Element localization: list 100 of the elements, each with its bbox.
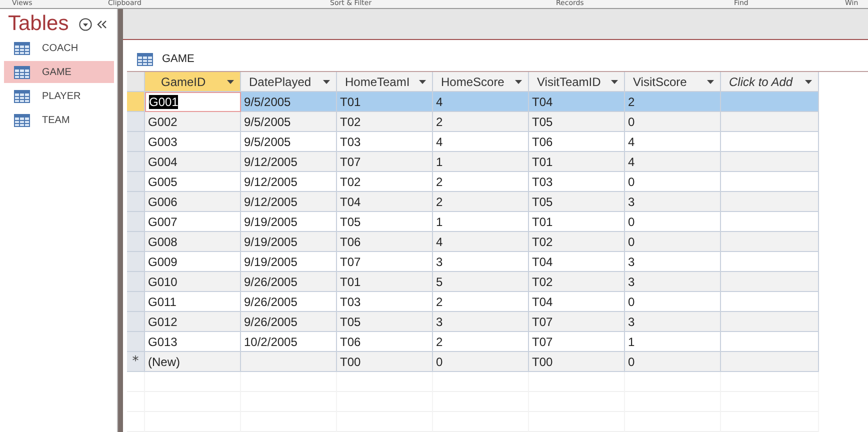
table-cell: 4 xyxy=(433,232,529,252)
nav-item[interactable]: TEAM xyxy=(4,109,114,131)
table-icon xyxy=(14,42,30,54)
nav-item[interactable]: GAME xyxy=(4,61,114,83)
row-selector[interactable] xyxy=(127,252,145,272)
table-cell: 4 xyxy=(625,132,721,152)
table-cell: G008 xyxy=(145,232,241,252)
column-header[interactable]: VisitTeamID xyxy=(529,72,625,92)
table-cell: 1 xyxy=(625,332,721,352)
dropdown-icon[interactable] xyxy=(78,18,92,30)
row-selector[interactable] xyxy=(127,112,145,132)
table-cell: 5 xyxy=(433,272,529,292)
table-cell: 10/2/2005 xyxy=(241,332,337,352)
document-tab[interactable]: GAME xyxy=(127,47,194,71)
table-cell: 9/5/2005 xyxy=(241,132,337,152)
table-cell: 2 xyxy=(625,92,721,112)
table-cell: 9/5/2005 xyxy=(241,112,337,132)
table-cell: 9/19/2005 xyxy=(241,252,337,272)
table-cell: G002 xyxy=(145,112,241,132)
row-selector xyxy=(127,372,145,392)
table-cell: T00 xyxy=(337,352,433,372)
table-cell: 0 xyxy=(625,212,721,232)
row-selector[interactable] xyxy=(127,272,145,292)
table-cell: 2 xyxy=(433,292,529,312)
table-cell: G010 xyxy=(145,272,241,292)
caret-icon[interactable] xyxy=(419,80,426,84)
caret-icon[interactable] xyxy=(707,80,714,84)
table-cell: T06 xyxy=(337,232,433,252)
table-cell: T05 xyxy=(529,192,625,212)
row-selector[interactable] xyxy=(127,232,145,252)
pane-title: Tables xyxy=(8,12,69,36)
row-selector[interactable] xyxy=(127,332,145,352)
row-selector[interactable] xyxy=(127,212,145,232)
table-cell: G005 xyxy=(145,172,241,192)
caret-icon[interactable] xyxy=(227,80,234,84)
table-cell: T02 xyxy=(529,232,625,252)
table-cell: T01 xyxy=(337,272,433,292)
collapse-icon[interactable] xyxy=(96,20,107,28)
column-header[interactable]: DatePlayed xyxy=(241,72,337,92)
table-cell: T03 xyxy=(337,132,433,152)
table-cell: 9/5/2005 xyxy=(241,92,337,112)
table-cell: 0 xyxy=(625,352,721,372)
row-selector[interactable] xyxy=(127,192,145,212)
table-cell: 2 xyxy=(433,172,529,192)
column-header[interactable]: HomeTeamI xyxy=(337,72,433,92)
caret-icon[interactable] xyxy=(805,80,812,84)
table-cell: T05 xyxy=(529,112,625,132)
table-cell: 3 xyxy=(625,312,721,332)
row-selector[interactable] xyxy=(127,172,145,192)
select-all-corner[interactable] xyxy=(127,72,145,92)
table-icon xyxy=(14,90,30,102)
column-header[interactable]: GameID xyxy=(145,72,241,92)
row-selector[interactable]: * xyxy=(127,352,145,372)
row-selector[interactable] xyxy=(127,132,145,152)
row-selector[interactable] xyxy=(127,152,145,172)
table-cell: 9/26/2005 xyxy=(241,272,337,292)
table-cell: 2 xyxy=(433,192,529,212)
table-cell: 4 xyxy=(433,132,529,152)
caret-icon[interactable] xyxy=(323,80,330,84)
table-cell: 9/26/2005 xyxy=(241,312,337,332)
row-selector[interactable] xyxy=(127,92,145,112)
table-cell: G011 xyxy=(145,292,241,312)
table-cell: T07 xyxy=(337,152,433,172)
table-cell: T02 xyxy=(337,112,433,132)
table-cell: T04 xyxy=(529,252,625,272)
table-cell: 4 xyxy=(433,92,529,112)
table-cell: 9/19/2005 xyxy=(241,232,337,252)
table-cell: T05 xyxy=(337,312,433,332)
table-cell: 9/12/2005 xyxy=(241,152,337,172)
column-header[interactable]: VisitScore xyxy=(625,72,721,92)
table-cell[interactable]: G001 xyxy=(145,92,241,112)
table-cell: T01 xyxy=(529,212,625,232)
table-cell: T02 xyxy=(529,272,625,292)
table-cell: 9/19/2005 xyxy=(241,212,337,232)
column-header[interactable]: Click to Add xyxy=(721,72,819,92)
table-cell: 3 xyxy=(433,312,529,332)
table-cell: (New) xyxy=(145,352,241,372)
row-selector[interactable] xyxy=(127,292,145,312)
table-cell: G012 xyxy=(145,312,241,332)
table-cell: T07 xyxy=(529,312,625,332)
table-cell: G009 xyxy=(145,252,241,272)
table-icon xyxy=(137,52,153,66)
table-cell: 3 xyxy=(625,252,721,272)
nav-item[interactable]: PLAYER xyxy=(4,85,114,107)
table-cell: T01 xyxy=(529,152,625,172)
caret-icon[interactable] xyxy=(515,80,522,84)
table-cell: 4 xyxy=(625,152,721,172)
table-cell: T07 xyxy=(529,332,625,352)
table-cell: 2 xyxy=(433,112,529,132)
table-cell: T04 xyxy=(337,192,433,212)
table-cell: G004 xyxy=(145,152,241,172)
column-header[interactable]: HomeScore xyxy=(433,72,529,92)
nav-item[interactable]: COACH xyxy=(4,37,114,59)
table-cell: T00 xyxy=(529,352,625,372)
table-cell: 0 xyxy=(625,112,721,132)
row-selector[interactable] xyxy=(127,312,145,332)
caret-icon[interactable] xyxy=(611,80,618,84)
new-record-marker: * xyxy=(132,354,139,369)
table-cell: 0 xyxy=(625,292,721,312)
table-cell: T04 xyxy=(529,292,625,312)
